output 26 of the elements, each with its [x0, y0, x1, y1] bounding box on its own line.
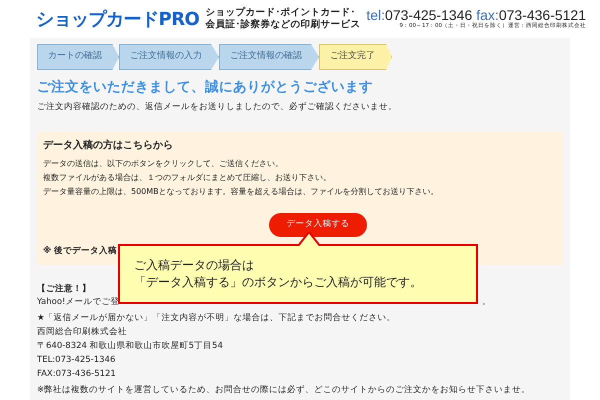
contact-lead: ★「返信メールが届かない」「注文内容が不明」な場合は、下記までお問合せください。: [37, 312, 397, 325]
upload-instruction: 複数ファイルがある場合は、１つのフォルダにまとめて圧縮し、お送り下さい。: [43, 172, 332, 184]
upload-heading: データ入稿の方はこちらから: [43, 138, 174, 153]
note-text: ※ 後でデータ入稿: [43, 244, 118, 258]
tagline: 会員証･診察券などの印刷サービス: [205, 19, 360, 31]
tagline: ショップカード･ポイントカード･: [205, 7, 356, 18]
contact-line: 西岡総合印刷株式会社: [37, 326, 128, 339]
callout-text: ご入稿データの場合は: [134, 257, 255, 274]
contact-line: TEL:073-425-1346: [37, 354, 116, 367]
caution-text-end: 。: [482, 296, 491, 309]
logo: ショップカードPRO: [36, 8, 200, 32]
footer-note: ※弊社は複数のサイトを運営しているため、お問合せの際には必ず、どこのサイトからのご注文かをお知らせ下さいませ。: [37, 384, 532, 397]
tel-number: 073-425-1346: [385, 8, 472, 22]
caution-heading: 【ご注意！】: [37, 282, 91, 296]
callout-text: 「データ入稿する」のボタンからご入稿が可能です。: [134, 274, 423, 291]
intro-text: ご注文内容確認のための、返信メールをお送りしましたので、必ずご確認くださいませ。: [37, 101, 398, 114]
upload-instruction: データ量容量の上限は、500MBとなっております。容量を超える場合は、ファイルを分割してお送り下さい。: [43, 186, 440, 198]
page-title: ご注文をいただきまして、誠にありがとうございます: [37, 78, 374, 96]
contact-line: FAX:073-436-5121: [37, 368, 117, 381]
tel-label: tel:: [366, 8, 386, 22]
upload-instruction: データの送信は、以下のボタンをクリックして、ご送信ください。: [43, 158, 284, 170]
fax-number: 073-436-5121: [498, 8, 586, 22]
contact-line: 〒640-8324 和歌山県和歌山市吹屋町5丁目54: [37, 340, 224, 353]
upload-button[interactable]: データ入稿する: [269, 212, 367, 237]
caution-text: Yahoo!メールでご登: [37, 296, 120, 309]
fax-label: fax:: [476, 8, 499, 22]
